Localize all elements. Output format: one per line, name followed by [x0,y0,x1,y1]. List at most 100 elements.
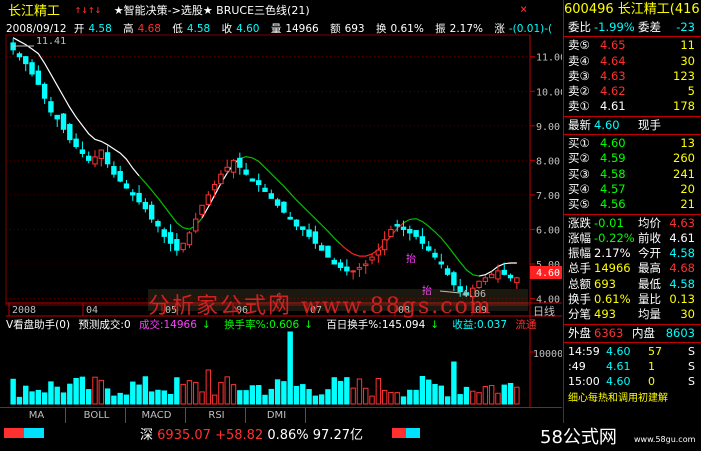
status-bar-red-block-2 [392,428,406,438]
candle-body [287,216,293,220]
candle-body [123,183,130,189]
candle-body [211,184,218,191]
price-axis-label: 7.00 [536,191,560,202]
bid-row[interactable]: 买④ 4.57 20 [564,182,701,197]
status-bar-cyan-block-2 [406,428,420,438]
ma-line-segment [12,37,140,177]
candle-body [331,259,337,265]
turnover-arrow-icon: ↓ [304,319,313,331]
volume-bar [281,381,287,405]
inner-value: 8603 [665,325,695,340]
volume-bar [167,393,174,405]
stat-value-2: 4.61 [669,230,695,245]
ask-row[interactable]: 卖⑤ 4.65 11 [564,38,701,53]
bid-row[interactable]: 买⑤ 4.56 21 [564,197,701,212]
ask-row[interactable]: 卖④ 4.64 30 [564,54,701,69]
period-label[interactable]: 日线 [533,304,555,318]
stat-label-2: 均量 [638,307,661,322]
weibi-label: 委比 [568,20,591,34]
tick-time: 15:00 [568,374,600,388]
candle-body [218,173,224,185]
volume-bar [35,389,42,405]
volume-bar [136,384,142,405]
volume-bar [256,385,262,405]
quote-volume: 241 [673,166,695,181]
ask-row[interactable]: 卖③ 4.63 123 [564,69,701,84]
candle-body [293,219,300,227]
inner-label: 内盘 [632,325,655,340]
kline-chart[interactable]: 11.0010.009.008.007.006.005.004.00 20080… [0,0,562,407]
bid-row[interactable]: 买③ 4.58 241 [564,167,701,182]
candle-body [199,204,205,215]
volume-bar [350,387,356,405]
volume-bar [337,380,344,405]
turnover-rate-label: 换手率%:0.606 [224,319,300,331]
tab-rsi[interactable]: RSI [188,408,246,423]
volume-bar [92,376,98,405]
stat-value: 14966 [594,261,631,276]
volume-bar [388,392,394,405]
volume-bar [363,387,369,405]
quote-level-label: 卖① [568,99,590,114]
latest-row: 最新 4.60 现手 [564,118,701,133]
tick-flag: S [688,344,695,358]
stat-value-2: 4.58 [669,246,695,261]
candle-body [54,114,60,120]
quote-level-label: 买④ [568,181,590,196]
volume-bar [419,375,426,405]
volume-bar [180,383,186,405]
ask-row[interactable]: 卖② 4.62 5 [564,84,701,99]
price-axis-label: 8.00 [536,156,560,167]
tick-flag: S [688,374,695,388]
tick-flag: S [688,359,695,373]
tab-boll[interactable]: BOLL [68,408,126,423]
volume-bar [186,380,193,405]
latest-price: 4.60 [594,117,620,132]
quote-level-label: 卖③ [568,68,590,83]
tab-ma[interactable]: MA [8,408,66,423]
candle-body [488,273,495,279]
volume-bar [111,395,117,405]
quote-level-label: 卖⑤ [568,38,590,53]
candle-body [476,280,482,288]
volume-bar [312,395,319,405]
site-logo-url: www.58gu.com [634,435,696,444]
quote-price: 4.61 [600,99,626,114]
latest-label: 最新 [568,117,591,132]
price-axis-label: 10.00 [536,87,562,98]
candle-body [73,138,79,148]
volume-bars [10,331,520,405]
stat-row: 总额 693 最低 4.58 [564,277,701,292]
tab-macd[interactable]: MACD [128,408,186,423]
stat-row: 涨跌 -0.01 均价 4.63 [564,216,701,231]
chart-area[interactable]: 长江精工 ↑↓↑↓ ★智能决策->选股★ BRUCE三色线(21) × 2008… [0,0,562,430]
ask-row[interactable]: 卖① 4.61 178 [564,99,701,114]
volume-bar [438,385,444,405]
tab-dmi[interactable]: DMI [248,408,306,423]
volume-bar [211,394,218,405]
market-index-text[interactable]: 深 6935.07 +58.82 0.86% 97.27亿 [140,424,363,443]
index-pct: 0.86% [267,428,309,443]
zhao-marker: 抬 [406,252,416,265]
volume-bar [482,386,489,405]
stat-label: 涨幅 [568,230,591,245]
bid-row[interactable]: 买① 4.60 13 [564,136,701,151]
candle-body [438,261,444,265]
candle-body [507,274,514,279]
forecast-volume: 预测成交:0 [78,319,131,331]
volume-bar [199,391,205,405]
tick-row: :49 4.61 1 S [564,359,701,374]
stat-label: 换手 [568,292,591,307]
volume-indicator-name[interactable]: V看盘助手(0) [6,319,70,331]
volume-value-label: 成交:14966 [138,319,197,331]
candle-body [337,262,344,268]
status-bar-red-block [4,428,24,438]
volume-bar [230,384,237,405]
volume-bar [29,391,35,405]
volume-bar [262,394,268,405]
stat-label-2: 最高 [638,261,661,276]
quote-level-label: 卖② [568,84,590,99]
bid-row[interactable]: 买② 4.59 260 [564,151,701,166]
candle-body [407,228,413,234]
volume-bar [451,361,457,405]
